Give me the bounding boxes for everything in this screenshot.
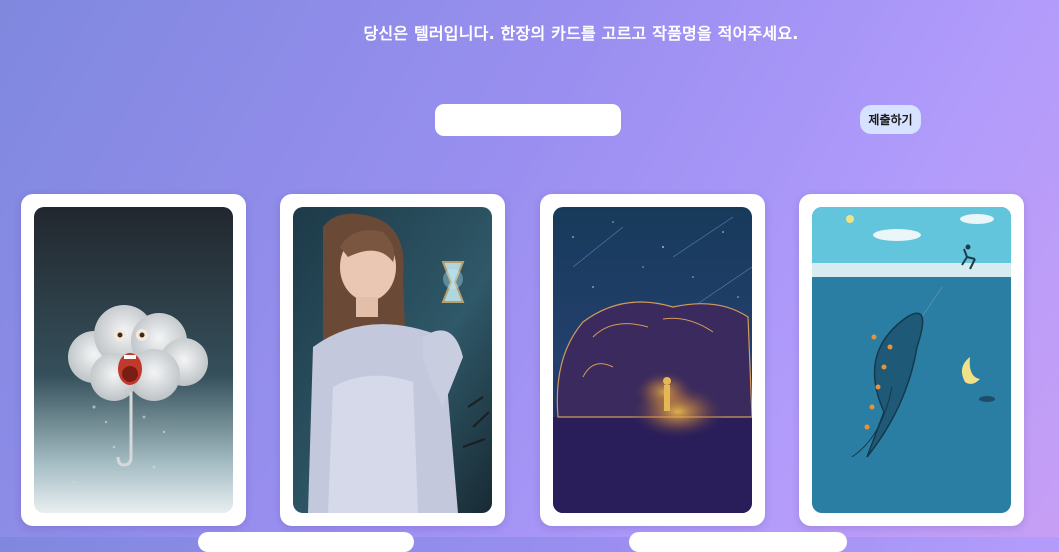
card-image-cloud-umbrella xyxy=(34,207,233,513)
card-girl-hourglass[interactable] xyxy=(280,194,505,526)
submit-button[interactable]: 제출하기 xyxy=(860,105,921,134)
card-label-tab-1[interactable] xyxy=(198,532,414,552)
card-image-hand-cave xyxy=(553,207,752,513)
card-title-input[interactable] xyxy=(435,104,621,136)
card-whale-moon[interactable] xyxy=(799,194,1024,526)
card-image-whale-moon xyxy=(812,207,1011,513)
card-cloud-umbrella[interactable] xyxy=(21,194,246,526)
page-title: 당신은 텔러입니다. 한장의 카드를 고르고 작품명을 적어주세요. xyxy=(363,24,799,43)
card-hand-cave[interactable] xyxy=(540,194,765,526)
card-label-tab-2[interactable] xyxy=(629,532,847,552)
card-image-girl-hourglass xyxy=(293,207,492,513)
